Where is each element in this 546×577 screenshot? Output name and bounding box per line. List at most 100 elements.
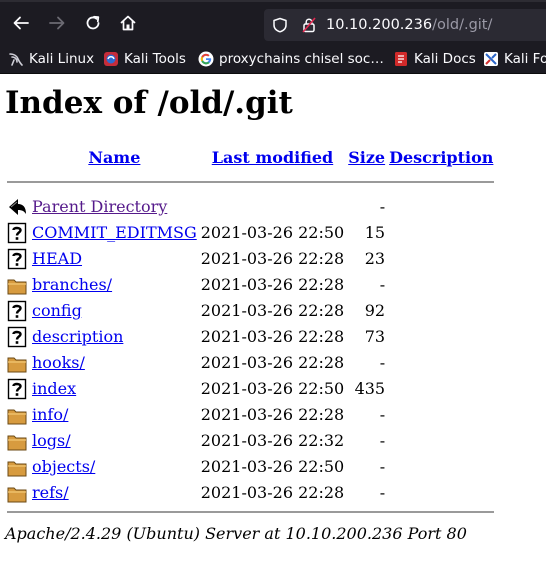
server-signature: Apache/2.4.29 (Ubuntu) Server at 10.10.2… bbox=[5, 524, 467, 543]
entry-link[interactable]: COMMIT_EDITMSG bbox=[32, 223, 197, 242]
row-name-cell[interactable]: description bbox=[31, 324, 198, 350]
row-description bbox=[388, 220, 494, 246]
row-modified: 2021-03-26 22:50 bbox=[200, 223, 345, 242]
table-row: HEAD 2021-03-26 22:28 23 bbox=[7, 246, 494, 272]
sort-by-modified-link[interactable]: Last modified bbox=[212, 148, 333, 167]
row-name-cell[interactable]: refs/ bbox=[31, 480, 198, 506]
folder-icon bbox=[7, 279, 27, 295]
directory-listing: Name Last modified Size Description Pare… bbox=[5, 144, 496, 518]
entry-link[interactable]: info/ bbox=[32, 405, 68, 424]
row-size: - bbox=[379, 431, 386, 450]
table-row: refs/2021-03-26 22:28 - bbox=[7, 480, 494, 506]
header-last-modified[interactable]: Last modified bbox=[200, 144, 345, 170]
row-name-cell[interactable]: HEAD bbox=[31, 246, 198, 272]
row-modified: 2021-03-26 22:28 bbox=[200, 249, 345, 268]
row-description bbox=[388, 272, 494, 298]
row-size: 15 bbox=[364, 223, 386, 242]
folder-icon bbox=[7, 435, 27, 451]
listing-header-row: Name Last modified Size Description bbox=[7, 144, 494, 170]
separator-row bbox=[7, 170, 495, 194]
row-size: - bbox=[379, 353, 386, 372]
row-size: 23 bbox=[364, 249, 386, 268]
row-modified: 2021-03-26 22:28 bbox=[200, 301, 345, 320]
table-row: logs/2021-03-26 22:32 - bbox=[7, 428, 494, 454]
url-text[interactable]: 10.10.200.236/old/.git/ bbox=[326, 16, 492, 34]
row-name-cell[interactable]: config bbox=[31, 298, 198, 324]
row-description bbox=[388, 246, 494, 272]
entry-link[interactable]: hooks/ bbox=[32, 353, 85, 372]
header-description[interactable]: Description bbox=[388, 144, 494, 170]
arrow-left-icon bbox=[13, 16, 29, 30]
url-bar[interactable]: 10.10.200.236/old/.git/ bbox=[264, 9, 546, 41]
home-button[interactable] bbox=[113, 8, 143, 38]
separator-cell bbox=[7, 506, 495, 518]
row-name-cell[interactable]: info/ bbox=[31, 402, 198, 428]
row-name-cell[interactable]: index bbox=[31, 376, 198, 402]
row-modified: 2021-03-26 22:28 bbox=[200, 353, 345, 372]
row-name-cell[interactable]: branches/ bbox=[31, 272, 198, 298]
row-size: - bbox=[379, 197, 386, 216]
row-icon-cell bbox=[7, 376, 29, 402]
back-button[interactable] bbox=[6, 8, 36, 38]
header-size[interactable]: Size bbox=[347, 144, 386, 170]
row-description bbox=[388, 350, 494, 376]
row-icon-cell bbox=[7, 194, 29, 220]
entry-link[interactable]: description bbox=[32, 327, 123, 346]
listing-body: Parent Directory - COMMIT_EDITMSG 2021-03-2… bbox=[7, 170, 495, 518]
entry-link[interactable]: refs/ bbox=[32, 483, 69, 502]
entry-link[interactable]: objects/ bbox=[32, 457, 95, 476]
row-icon-cell bbox=[7, 428, 29, 454]
entry-link[interactable]: config bbox=[32, 301, 82, 320]
entry-link[interactable]: branches/ bbox=[32, 275, 112, 294]
table-row: index 2021-03-26 22:50 435 bbox=[7, 376, 494, 402]
row-modified bbox=[200, 194, 345, 220]
row-size: 435 bbox=[354, 379, 386, 398]
table-row: info/2021-03-26 22:28 - bbox=[7, 402, 494, 428]
row-description bbox=[388, 324, 494, 350]
table-row: description 2021-03-26 22:28 73 bbox=[7, 324, 494, 350]
row-size: 92 bbox=[364, 301, 386, 320]
folder-icon bbox=[7, 487, 27, 503]
entry-link[interactable]: index bbox=[32, 379, 76, 398]
row-description bbox=[388, 480, 494, 506]
row-name-cell[interactable]: logs/ bbox=[31, 428, 198, 454]
row-icon-cell bbox=[7, 324, 29, 350]
sort-by-description-link[interactable]: Description bbox=[389, 148, 493, 167]
google-icon bbox=[198, 51, 214, 67]
header-name[interactable]: Name bbox=[31, 144, 198, 170]
table-row: branches/2021-03-26 22:28 - bbox=[7, 272, 494, 298]
reload-button[interactable] bbox=[78, 8, 108, 38]
row-description bbox=[388, 194, 494, 220]
row-size: - bbox=[379, 483, 386, 502]
row-size: - bbox=[379, 405, 386, 424]
row-icon-cell bbox=[7, 246, 29, 272]
sort-by-name-link[interactable]: Name bbox=[88, 148, 140, 167]
folder-icon bbox=[7, 461, 27, 477]
sort-by-size-link[interactable]: Size bbox=[348, 148, 385, 167]
lock-icon[interactable] bbox=[301, 17, 317, 33]
row-name-cell[interactable]: COMMIT_EDITMSG bbox=[31, 220, 198, 246]
entry-link[interactable]: Parent Directory bbox=[32, 197, 167, 216]
row-name-cell[interactable]: hooks/ bbox=[31, 350, 198, 376]
header-icon-cell bbox=[7, 144, 29, 170]
row-icon-cell bbox=[7, 220, 29, 246]
page-title: Index of /old/.git bbox=[5, 85, 293, 121]
bookmark-label: Kali Docs bbox=[414, 51, 476, 67]
separator bbox=[7, 181, 495, 183]
row-size: - bbox=[379, 457, 386, 476]
bookmark-label: Kali Tools bbox=[124, 51, 186, 67]
bookmark-label: Kali Fo bbox=[504, 51, 546, 67]
kali-tools-icon bbox=[104, 52, 118, 66]
row-name-cell[interactable]: Parent Directory bbox=[31, 194, 198, 220]
row-name-cell[interactable]: objects/ bbox=[31, 454, 198, 480]
row-description bbox=[388, 402, 494, 428]
folder-icon bbox=[7, 357, 27, 373]
row-description bbox=[388, 376, 494, 402]
row-icon-cell bbox=[7, 402, 29, 428]
entry-link[interactable]: HEAD bbox=[32, 249, 82, 268]
browser-toolbar: 10.10.200.236/old/.git/ bbox=[0, 0, 546, 44]
forward-button[interactable] bbox=[42, 8, 72, 38]
row-modified: 2021-03-26 22:32 bbox=[200, 431, 345, 450]
shield-icon[interactable] bbox=[272, 17, 288, 33]
entry-link[interactable]: logs/ bbox=[32, 431, 71, 450]
